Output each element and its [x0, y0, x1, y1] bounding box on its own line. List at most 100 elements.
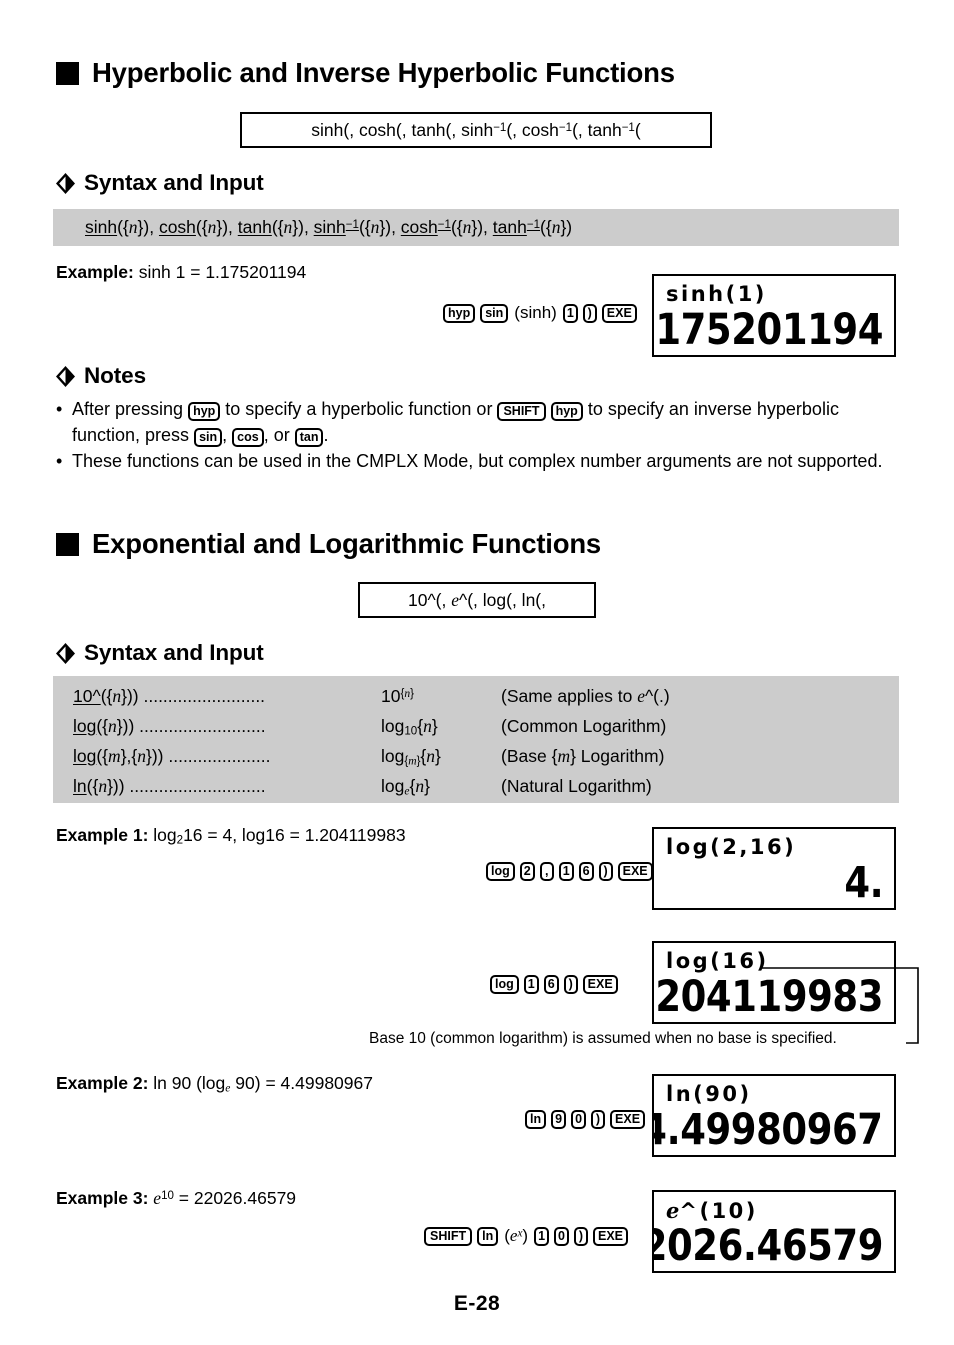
key-hyp[interactable]: hyp — [188, 401, 221, 421]
display-result: 1.204119983 — [654, 971, 883, 1022]
example-label-hyperbolic: Example: — [56, 262, 134, 282]
key-ln[interactable]: ln — [525, 1110, 547, 1129]
caption-base10-note: Base 10 (common logarithm) is assumed wh… — [369, 1030, 837, 1047]
key-sin[interactable]: sin — [480, 303, 509, 323]
display-expression: log(16) — [666, 949, 769, 973]
key-2[interactable]: 2 — [519, 862, 535, 881]
display-result: 1.175201194 — [654, 304, 883, 355]
section-heading-exponential: Exponential and Logarithmic Functions — [56, 528, 601, 560]
display-result: 4. — [844, 857, 883, 908]
key-6[interactable]: 6 — [578, 862, 594, 881]
key-annotation-sinh: (sinh) — [514, 303, 557, 322]
subheading-syntax-and-input-1-label: Syntax and Input — [84, 170, 264, 195]
key-exe[interactable]: EXE — [617, 862, 653, 881]
key-9[interactable]: 9 — [551, 1110, 567, 1129]
key-comma[interactable]: , — [539, 862, 554, 881]
display-expression: log(2,16) — [666, 835, 797, 859]
example-text-1: log216 = 4, log16 = 1.204119983 — [153, 825, 406, 847]
example-label-2: Example 2: — [56, 1073, 149, 1093]
syntax-row-middle: loge{n} — [381, 776, 430, 798]
key-close-paren[interactable]: ) — [591, 1110, 606, 1129]
section-heading-exponential-label: Exponential and Logarithmic Functions — [92, 528, 602, 559]
key-0[interactable]: 0 — [571, 1110, 587, 1129]
note-bullet-icon: • — [56, 399, 63, 419]
key-0[interactable]: 0 — [554, 1226, 569, 1246]
key-sin[interactable]: sin — [194, 427, 223, 447]
key-ln[interactable]: ln — [477, 1226, 499, 1246]
example-line-1: Example 1: log216 = 4, log16 = 1.2041199… — [56, 825, 406, 846]
display-expression-rest: ^(10) — [679, 1199, 758, 1223]
syntax-band-exponential: 10^({n})) ......................... 10{n… — [53, 676, 899, 803]
exponential-function-list-box: 10^(, e^(, log(, ln(, — [358, 582, 596, 618]
subheading-syntax-and-input-2: Syntax and Input — [56, 640, 264, 666]
key-close-paren[interactable]: ) — [582, 303, 597, 323]
syntax-row: log({m},{n})) ..................... log{… — [73, 746, 670, 776]
key-tan[interactable]: tan — [294, 427, 324, 447]
diamond-bullet-icon — [56, 642, 75, 664]
display-expression: sinh(1) — [666, 282, 767, 306]
exponential-function-list-text: 10^(, e^(, log(, ln(, — [408, 589, 546, 610]
example-label-1: Example 1: — [56, 825, 149, 845]
note-body-2: These functions can be used in the CMPLX… — [72, 451, 883, 471]
syntax-row-right: (Natural Logarithm) — [501, 776, 652, 796]
example-line-3: Example 3: e10 = 22026.46579 — [56, 1188, 296, 1209]
diamond-bullet-icon — [56, 172, 75, 194]
key-1[interactable]: 1 — [562, 303, 578, 323]
key-sequence-e-power-10: SHIFT ln (ex) 1 0 ) EXE — [424, 1226, 629, 1246]
key-close-paren[interactable]: ) — [563, 975, 578, 994]
example-text-2: ln 90 (loge 90) = 4.49980967 — [153, 1073, 373, 1095]
key-annotation-ex: (ex) — [504, 1226, 529, 1245]
syntax-row-right: (Same applies to e^(.) — [501, 686, 670, 706]
section-heading-hyperbolic: Hyperbolic and Inverse Hyperbolic Functi… — [56, 57, 675, 89]
syntax-row-left: log({m},{n})) ..................... — [73, 746, 271, 766]
example-label-3: Example 3: — [56, 1188, 149, 1208]
key-sequence-log-2-16: log 2 , 1 6 ) EXE — [486, 862, 653, 881]
key-exe[interactable]: EXE — [593, 1226, 629, 1246]
calculator-display-sinh: sinh(1) 1.175201194 — [652, 274, 896, 357]
key-1[interactable]: 1 — [534, 1226, 550, 1246]
key-log[interactable]: log — [486, 862, 515, 881]
key-exe[interactable]: EXE — [582, 975, 618, 994]
note-item-1: • After pressing hyp to specify a hyperb… — [56, 396, 906, 448]
key-6[interactable]: 6 — [543, 975, 559, 994]
key-shift[interactable]: SHIFT — [424, 1226, 473, 1246]
calculator-display-ln-90: ln(90) 4.49980967 — [652, 1074, 896, 1157]
display-expression: ln(90) — [666, 1082, 752, 1106]
note-bullet-icon: • — [56, 451, 63, 471]
example-line-2: Example 2: ln 90 (loge 90) = 4.49980967 — [56, 1073, 373, 1094]
key-log[interactable]: log — [490, 975, 519, 994]
syntax-row: log({n})) .......................... log… — [73, 716, 670, 746]
syntax-row-middle: 10{n} — [381, 686, 414, 706]
example-text-hyperbolic: sinh 1 = 1.175201194 — [138, 262, 307, 282]
key-1[interactable]: 1 — [558, 862, 574, 881]
key-cos[interactable]: cos — [232, 427, 264, 447]
syntax-row-middle: log{m}{n} — [381, 746, 441, 768]
subheading-syntax-and-input-2-label: Syntax and Input — [84, 640, 264, 665]
key-hyp[interactable]: hyp — [443, 303, 476, 323]
key-1[interactable]: 1 — [523, 975, 539, 994]
example-line-hyperbolic: Example: sinh 1 = 1.175201194 — [56, 262, 306, 283]
syntax-row-left: ln({n})) ............................ — [73, 776, 266, 796]
key-exe[interactable]: EXE — [601, 303, 637, 323]
syntax-row-right: (Common Logarithm) — [501, 716, 667, 736]
key-exe[interactable]: EXE — [610, 1110, 646, 1129]
key-hyp[interactable]: hyp — [550, 401, 583, 421]
page-footer: E-28 — [453, 1292, 501, 1315]
key-sequence-ln-90: ln 9 0 ) EXE — [525, 1110, 646, 1129]
example-text-3: e10 = 22026.46579 — [153, 1188, 297, 1208]
display-result: 22026.46579 — [654, 1220, 883, 1271]
syntax-row-right: (Base {m} Logarithm) — [501, 746, 665, 766]
syntax-row: 10^({n})) ......................... 10{n… — [73, 686, 670, 716]
key-sequence-log-16: log 1 6 ) EXE — [490, 975, 618, 994]
square-bullet-icon — [56, 532, 79, 556]
key-close-paren[interactable]: ) — [598, 862, 613, 881]
key-shift[interactable]: SHIFT — [497, 401, 546, 421]
calculator-display-log-2-16: log(2,16) 4. — [652, 827, 896, 910]
syntax-row-left: 10^({n})) ......................... — [73, 686, 266, 706]
syntax-band-hyperbolic-text: sinh({n}), cosh({n}), tanh({n}), sinh−1(… — [85, 217, 573, 237]
key-sequence-sinh: hyp sin (sinh) 1 ) EXE — [443, 303, 637, 323]
square-bullet-icon — [56, 61, 79, 85]
subheading-notes: Notes — [56, 363, 146, 389]
display-expression: e^(10) — [666, 1198, 758, 1223]
key-close-paren[interactable]: ) — [574, 1226, 588, 1246]
